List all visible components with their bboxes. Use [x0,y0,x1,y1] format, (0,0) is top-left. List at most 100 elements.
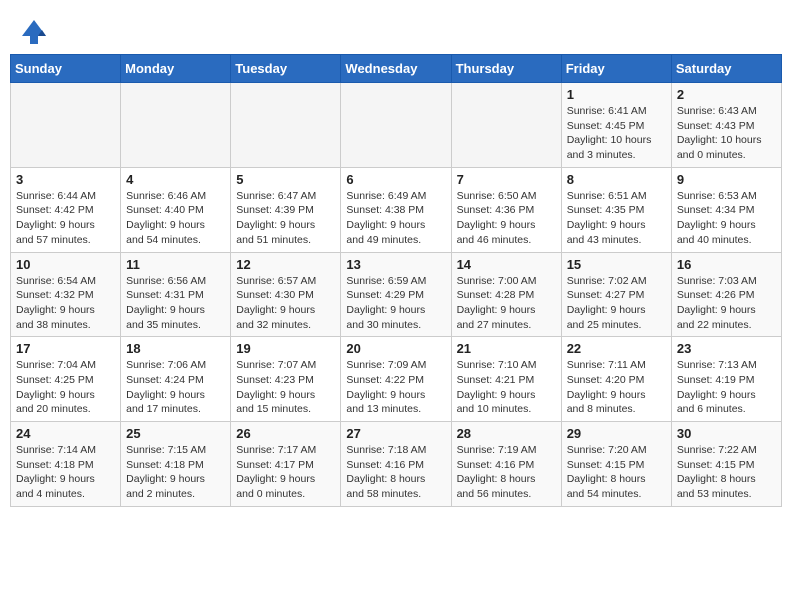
day-number: 3 [16,172,115,187]
day-info: Sunrise: 7:11 AM Sunset: 4:20 PM Dayligh… [567,358,666,417]
weekday-header-saturday: Saturday [671,55,781,83]
calendar-cell: 27 Sunrise: 7:18 AM Sunset: 4:16 PM Dayli… [341,422,451,507]
day-number: 30 [677,426,776,441]
day-number: 27 [346,426,445,441]
day-number: 2 [677,87,776,102]
logo-icon [18,16,50,48]
calendar-cell: 15Sunrise: 7:02 AM Sunset: 4:27 PM Dayli… [561,252,671,337]
calendar-cell: 14Sunrise: 7:00 AM Sunset: 4:28 PM Dayli… [451,252,561,337]
calendar-cell: 21Sunrise: 7:10 AM Sunset: 4:21 PM Dayli… [451,337,561,422]
day-info: Sunrise: 7:07 AM Sunset: 4:23 PM Dayligh… [236,358,335,417]
calendar-cell: 23 Sunrise: 7:13 AM Sunset: 4:19 PM Dayli… [671,337,781,422]
calendar-cell [121,83,231,168]
calendar-cell: 3Sunrise: 6:44 AM Sunset: 4:42 PM Daylig… [11,167,121,252]
calendar-cell: 18 Sunrise: 7:06 AM Sunset: 4:24 PM Dayli… [121,337,231,422]
day-info: Sunrise: 7:03 AM Sunset: 4:26 PM Dayligh… [677,274,776,333]
day-number: 20 [346,341,445,356]
calendar-cell: 2 Sunrise: 6:43 AM Sunset: 4:43 PM Daylig… [671,83,781,168]
day-info: Sunrise: 7:18 AM Sunset: 4:16 PM Dayligh… [346,443,445,502]
day-info: Sunrise: 7:19 AM Sunset: 4:16 PM Dayligh… [457,443,556,502]
calendar-cell: 1 Sunrise: 6:41 AM Sunset: 4:45 PM Daylig… [561,83,671,168]
day-info: Sunrise: 6:50 AM Sunset: 4:36 PM Dayligh… [457,189,556,248]
calendar-cell: 25 Sunrise: 7:15 AM Sunset: 4:18 PM Dayli… [121,422,231,507]
calendar-cell: 5 Sunrise: 6:47 AM Sunset: 4:39 PM Daylig… [231,167,341,252]
weekday-header-tuesday: Tuesday [231,55,341,83]
weekday-header-thursday: Thursday [451,55,561,83]
day-info: Sunrise: 6:59 AM Sunset: 4:29 PM Dayligh… [346,274,445,333]
day-number: 13 [346,257,445,272]
calendar-cell [231,83,341,168]
day-info: Sunrise: 7:13 AM Sunset: 4:19 PM Dayligh… [677,358,776,417]
day-info: Sunrise: 6:53 AM Sunset: 4:34 PM Dayligh… [677,189,776,248]
weekday-header-friday: Friday [561,55,671,83]
calendar-cell: 28Sunrise: 7:19 AM Sunset: 4:16 PM Dayli… [451,422,561,507]
day-number: 8 [567,172,666,187]
calendar-cell: 30 Sunrise: 7:22 AM Sunset: 4:15 PM Dayli… [671,422,781,507]
calendar-cell: 16 Sunrise: 7:03 AM Sunset: 4:26 PM Dayli… [671,252,781,337]
week-row-1: 1 Sunrise: 6:41 AM Sunset: 4:45 PM Daylig… [11,83,782,168]
day-info: Sunrise: 7:22 AM Sunset: 4:15 PM Dayligh… [677,443,776,502]
calendar-header: SundayMondayTuesdayWednesdayThursdayFrid… [11,55,782,83]
day-number: 26 [236,426,335,441]
day-info: Sunrise: 6:54 AM Sunset: 4:32 PM Dayligh… [16,274,115,333]
weekday-header-sunday: Sunday [11,55,121,83]
day-number: 1 [567,87,666,102]
day-number: 16 [677,257,776,272]
day-info: Sunrise: 6:57 AM Sunset: 4:30 PM Dayligh… [236,274,335,333]
calendar-cell: 9 Sunrise: 6:53 AM Sunset: 4:34 PM Daylig… [671,167,781,252]
calendar-body: 1 Sunrise: 6:41 AM Sunset: 4:45 PM Daylig… [11,83,782,507]
calendar-cell: 12Sunrise: 6:57 AM Sunset: 4:30 PM Dayli… [231,252,341,337]
day-info: Sunrise: 7:00 AM Sunset: 4:28 PM Dayligh… [457,274,556,333]
weekday-header-wednesday: Wednesday [341,55,451,83]
day-info: Sunrise: 7:06 AM Sunset: 4:24 PM Dayligh… [126,358,225,417]
day-info: Sunrise: 7:04 AM Sunset: 4:25 PM Dayligh… [16,358,115,417]
day-info: Sunrise: 6:41 AM Sunset: 4:45 PM Dayligh… [567,104,666,163]
day-info: Sunrise: 6:56 AM Sunset: 4:31 PM Dayligh… [126,274,225,333]
day-info: Sunrise: 7:17 AM Sunset: 4:17 PM Dayligh… [236,443,335,502]
day-number: 23 [677,341,776,356]
day-info: Sunrise: 7:10 AM Sunset: 4:21 PM Dayligh… [457,358,556,417]
calendar-cell: 6 Sunrise: 6:49 AM Sunset: 4:38 PM Daylig… [341,167,451,252]
calendar-cell: 24 Sunrise: 7:14 AM Sunset: 4:18 PM Dayli… [11,422,121,507]
calendar-cell: 8 Sunrise: 6:51 AM Sunset: 4:35 PM Daylig… [561,167,671,252]
calendar-cell: 4 Sunrise: 6:46 AM Sunset: 4:40 PM Daylig… [121,167,231,252]
day-info: Sunrise: 7:09 AM Sunset: 4:22 PM Dayligh… [346,358,445,417]
calendar-cell [11,83,121,168]
day-number: 4 [126,172,225,187]
calendar-cell: 26 Sunrise: 7:17 AM Sunset: 4:17 PM Dayli… [231,422,341,507]
day-number: 19 [236,341,335,356]
calendar-cell: 10 Sunrise: 6:54 AM Sunset: 4:32 PM Dayli… [11,252,121,337]
day-info: Sunrise: 6:51 AM Sunset: 4:35 PM Dayligh… [567,189,666,248]
calendar-cell: 7 Sunrise: 6:50 AM Sunset: 4:36 PM Daylig… [451,167,561,252]
calendar-cell: 20 Sunrise: 7:09 AM Sunset: 4:22 PM Dayli… [341,337,451,422]
day-number: 5 [236,172,335,187]
day-number: 22 [567,341,666,356]
week-row-3: 10 Sunrise: 6:54 AM Sunset: 4:32 PM Dayli… [11,252,782,337]
logo [18,16,54,48]
day-info: Sunrise: 6:46 AM Sunset: 4:40 PM Dayligh… [126,189,225,248]
day-info: Sunrise: 6:49 AM Sunset: 4:38 PM Dayligh… [346,189,445,248]
day-number: 18 [126,341,225,356]
day-number: 7 [457,172,556,187]
day-number: 15 [567,257,666,272]
calendar-cell: 19 Sunrise: 7:07 AM Sunset: 4:23 PM Dayli… [231,337,341,422]
day-number: 11 [126,257,225,272]
day-number: 24 [16,426,115,441]
weekday-row: SundayMondayTuesdayWednesdayThursdayFrid… [11,55,782,83]
day-number: 6 [346,172,445,187]
day-number: 29 [567,426,666,441]
calendar-cell: 11 Sunrise: 6:56 AM Sunset: 4:31 PM Dayli… [121,252,231,337]
day-info: Sunrise: 6:43 AM Sunset: 4:43 PM Dayligh… [677,104,776,163]
day-number: 10 [16,257,115,272]
day-number: 17 [16,341,115,356]
day-info: Sunrise: 6:47 AM Sunset: 4:39 PM Dayligh… [236,189,335,248]
calendar-cell: 22 Sunrise: 7:11 AM Sunset: 4:20 PM Dayli… [561,337,671,422]
day-number: 25 [126,426,225,441]
day-info: Sunrise: 7:15 AM Sunset: 4:18 PM Dayligh… [126,443,225,502]
day-number: 9 [677,172,776,187]
day-info: Sunrise: 7:14 AM Sunset: 4:18 PM Dayligh… [16,443,115,502]
weekday-header-monday: Monday [121,55,231,83]
calendar-cell: 13 Sunrise: 6:59 AM Sunset: 4:29 PM Dayli… [341,252,451,337]
calendar-table: SundayMondayTuesdayWednesdayThursdayFrid… [10,54,782,507]
week-row-5: 24 Sunrise: 7:14 AM Sunset: 4:18 PM Dayli… [11,422,782,507]
